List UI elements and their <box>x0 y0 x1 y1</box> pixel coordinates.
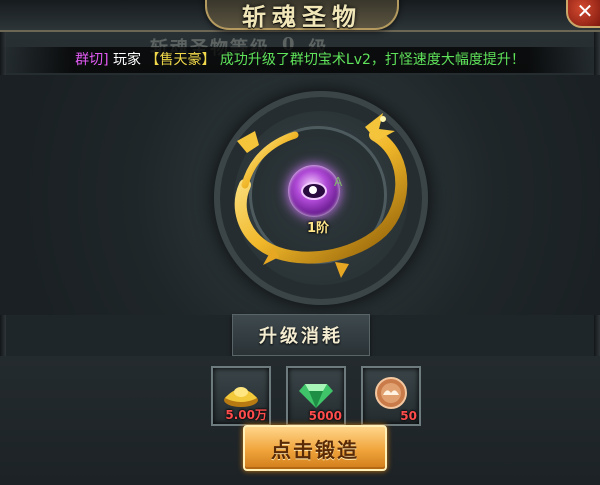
green-gem-icon <box>299 384 333 408</box>
cost-item-gold[interactable]: 5.00万 <box>211 366 271 426</box>
broadcast-player-word: 玩家 <box>113 52 141 68</box>
relic-side-mark: A <box>334 175 343 189</box>
broadcast-player-name: 【售天豪】 <box>145 52 216 68</box>
eye-icon <box>301 182 327 200</box>
relic-display: 1阶 A <box>0 75 600 315</box>
cost-item-coin[interactable]: 50 <box>361 366 421 426</box>
title-plaque: 斩魂圣物 <box>205 0 399 31</box>
cost-item-gem-amount: 5000 <box>308 409 342 423</box>
forge-button[interactable]: 点击锻造 <box>243 425 387 471</box>
system-broadcast: 群切] 玩家 【售天豪】 成功升级了群切宝术Lv2，打怪速度大幅度提升！ <box>0 47 600 73</box>
window-title: 斩魂圣物 <box>242 1 362 31</box>
upgrade-cost-header: 升级消耗 <box>232 314 370 356</box>
cost-item-coin-amount: 50 <box>400 409 417 423</box>
cloud-coin-icon <box>375 377 407 409</box>
relic-tier-label: 1阶 <box>306 221 330 236</box>
relic-orb[interactable] <box>288 165 340 217</box>
forge-button-label: 点击锻造 <box>271 437 359 462</box>
cost-item-gold-amount: 5.00万 <box>225 408 267 422</box>
broadcast-channel: 群切] <box>75 52 109 68</box>
relic-panel: 斩魂圣物 ✕ 斩魂圣物等级 0 级 群切] 玩家 【售天豪】 成功升级了群切宝术… <box>0 0 600 485</box>
close-button[interactable]: ✕ <box>566 0 600 28</box>
gold-ingot-icon <box>224 387 258 407</box>
broadcast-message: 成功升级了群切宝术Lv2，打怪速度大幅度提升！ <box>219 52 525 68</box>
close-icon: ✕ <box>576 0 594 23</box>
upgrade-cost-title: 升级消耗 <box>259 326 343 347</box>
cost-item-gem[interactable]: 5000 <box>286 366 346 426</box>
